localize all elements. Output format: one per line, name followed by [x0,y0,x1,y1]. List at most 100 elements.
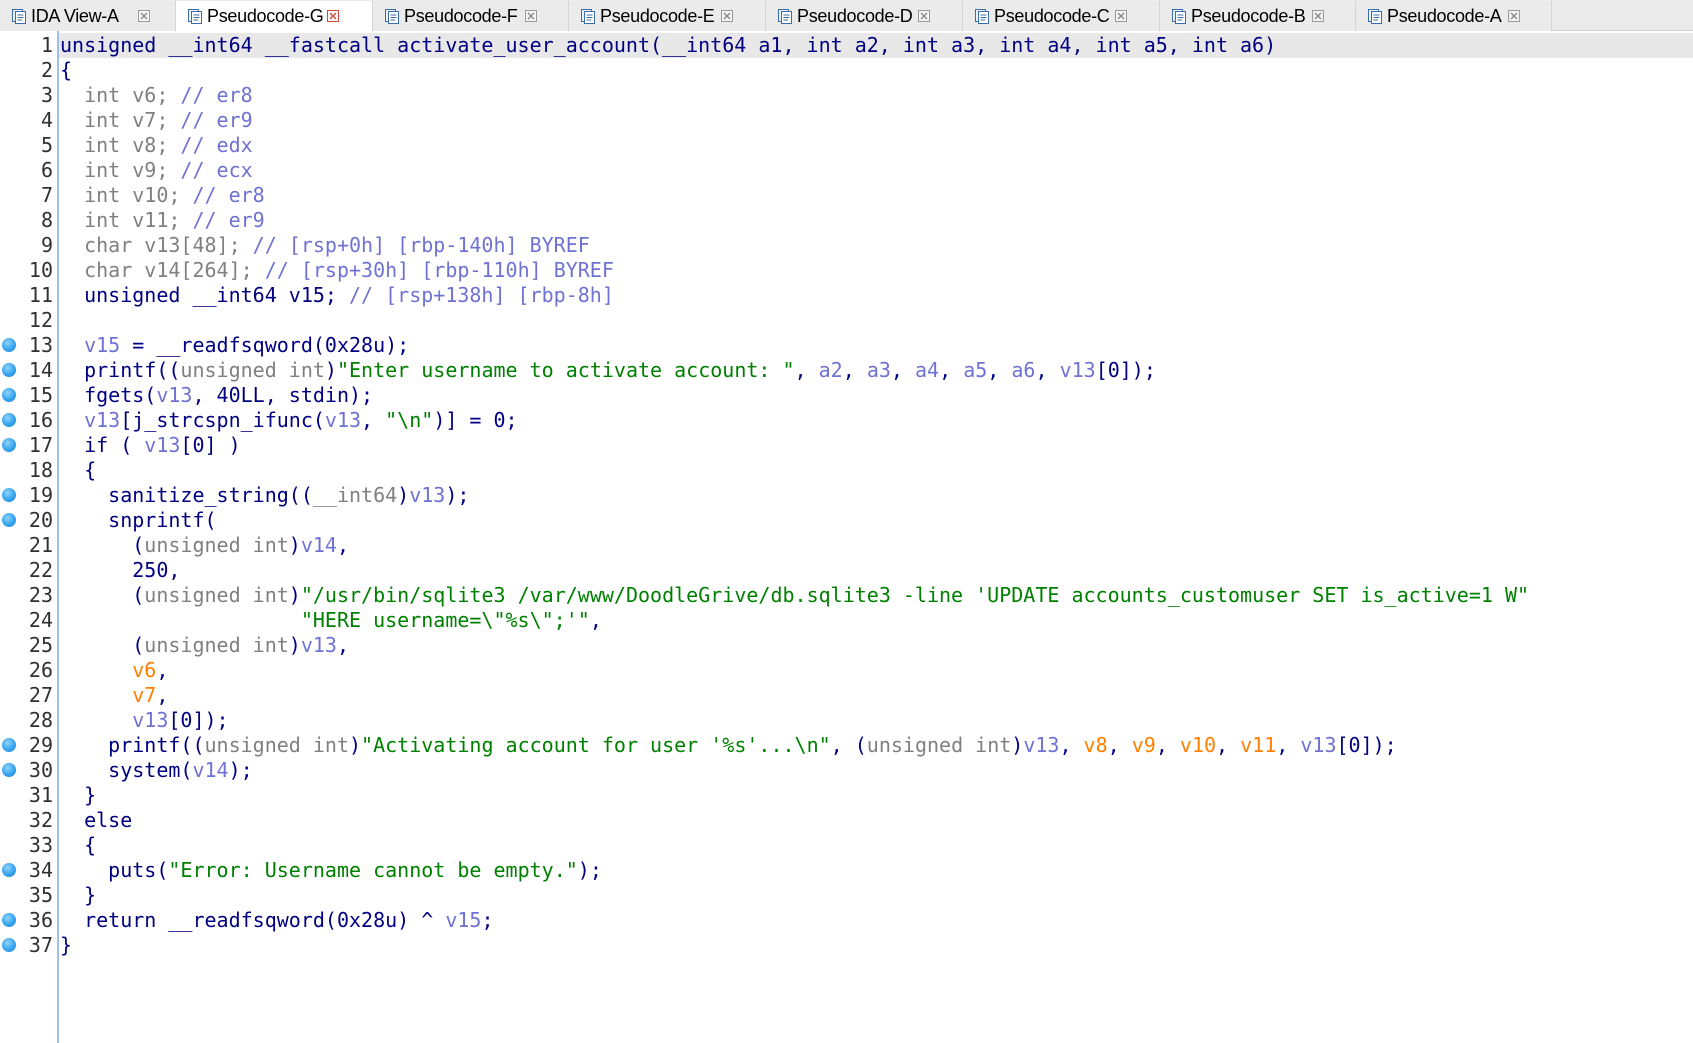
code-line[interactable]: 28 v13[0]); [0,708,1693,733]
line-number: 31 [28,783,53,807]
code-line[interactable]: 8 int v11; // er9 [0,208,1693,233]
line-number: 19 [28,483,53,507]
line-number: 24 [28,608,53,632]
code-line[interactable]: 12 [0,308,1693,333]
code-line[interactable]: 33 { [0,833,1693,858]
tab-pseudocode-c[interactable]: Pseudocode-C [963,1,1160,31]
tab-pseudocode-b[interactable]: Pseudocode-B [1160,1,1356,31]
close-tab-icon[interactable] [138,10,150,22]
code-line[interactable]: 31 } [0,783,1693,808]
code-line[interactable]: 23 (unsigned int)"/usr/bin/sqlite3 /var/… [0,583,1693,608]
breakpoint-dot-icon[interactable] [2,338,16,352]
tab-pseudocode-g[interactable]: Pseudocode-G [176,1,373,32]
code-token: else [60,808,133,832]
tab-pseudocode-d[interactable]: Pseudocode-D [766,1,963,31]
code-line[interactable]: 21 (unsigned int)v14, [0,533,1693,558]
code-line[interactable]: 1 unsigned __int64 __fastcall activate_us… [0,33,1693,58]
code-line[interactable]: 11 unsigned __int64 v15; // [rsp+138h] [… [0,283,1693,308]
breakpoint-dot-icon[interactable] [2,763,16,777]
code-token: [j_strcspn_ifunc( [120,408,325,432]
code-line[interactable]: 35 } [0,883,1693,908]
code-line[interactable]: 10 char v14[264]; // [rsp+30h] [rbp-110h… [0,258,1693,283]
breakpoint-dot-icon[interactable] [2,738,16,752]
code-line[interactable]: 5 int v8; // edx [0,133,1693,158]
code-line[interactable]: 29 printf((unsigned int)"Activating acco… [0,733,1693,758]
breakpoint-dot-icon[interactable] [2,438,16,452]
code-line[interactable]: 6 int v9; // ecx [0,158,1693,183]
breakpoint-dot-icon[interactable] [2,363,16,377]
tab-label: IDA View-A [31,6,119,26]
code-line[interactable]: 2{ [0,58,1693,83]
code-line[interactable]: 16 v13[j_strcspn_ifunc(v13, "\n")] = 0; [0,408,1693,433]
code-line[interactable]: 25 (unsigned int)v13, [0,633,1693,658]
tab-pseudocode-f[interactable]: Pseudocode-F [373,1,569,31]
code-token: ) [349,733,362,757]
code-line[interactable]: 24 "HERE username=\"%s\";'", [0,608,1693,633]
code-line[interactable]: 26 v6, [0,658,1693,683]
code-token: // ecx [180,158,253,182]
close-tab-icon[interactable] [1508,10,1520,22]
tab-pseudocode-e[interactable]: Pseudocode-E [569,1,766,31]
code-line[interactable]: 37} [0,933,1693,958]
code-token: "Enter username to activate account: " [336,358,795,382]
code-token: , [1216,733,1241,757]
code-line[interactable]: 9 char v13[48]; // [rsp+0h] [rbp-140h] B… [0,233,1693,258]
line-number: 5 [40,133,53,157]
code-token: int v8; [60,133,181,157]
code-line[interactable]: 14 printf((unsigned int)"Enter username … [0,358,1693,383]
code-token: [0] ) [180,433,241,457]
breakpoint-dot-icon[interactable] [2,938,16,952]
code-text: v15 = __readfsqword(0x28u); [60,333,409,358]
code-line[interactable]: 20 snprintf( [0,508,1693,533]
tab-label: Pseudocode-A [1387,6,1502,26]
breakpoint-dot-icon[interactable] [2,413,16,427]
line-number: 11 [28,283,53,307]
close-tab-icon[interactable] [525,10,537,22]
code-line[interactable]: 27 v7, [0,683,1693,708]
code-token: unsigned int [144,533,289,557]
code-token: ( [60,633,145,657]
code-line[interactable]: 34 puts("Error: Username cannot be empty… [0,858,1693,883]
code-line[interactable]: 30 system(v14); [0,758,1693,783]
breakpoint-dot-icon[interactable] [2,488,16,502]
code-line[interactable]: 19 sanitize_string((__int64)v13); [0,483,1693,508]
code-token: int v6; [60,83,181,107]
code-token: ) [288,583,301,607]
code-token: ) [324,358,337,382]
code-line[interactable]: 7 int v10; // er8 [0,183,1693,208]
code-line[interactable]: 22 250, [0,558,1693,583]
code-token: "\n" [385,408,434,432]
code-token: v11 [1240,733,1277,757]
line-number: 25 [28,633,53,657]
code-token: v13 [1300,733,1337,757]
code-line[interactable]: 13 v15 = __readfsqword(0x28u); [0,333,1693,358]
code-token: , ( [830,733,867,757]
close-tab-icon[interactable] [327,10,339,22]
code-line[interactable]: 32 else [0,808,1693,833]
code-token: [0]); [1336,733,1397,757]
code-text: "HERE username=\"%s\";'", [60,608,602,633]
line-number: 12 [28,308,53,332]
code-line[interactable]: 3 int v6; // er8 [0,83,1693,108]
tab-ida-view-a[interactable]: IDA View-A [0,1,176,31]
breakpoint-dot-icon[interactable] [2,913,16,927]
code-line[interactable]: 17 if ( v13[0] ) [0,433,1693,458]
line-number: 33 [28,833,53,857]
close-tab-icon[interactable] [1312,10,1324,22]
breakpoint-dot-icon[interactable] [2,388,16,402]
close-tab-icon[interactable] [721,10,733,22]
tab-pseudocode-a[interactable]: Pseudocode-A [1356,1,1552,31]
code-line[interactable]: 15 fgets(v13, 40LL, stdin); [0,383,1693,408]
close-tab-icon[interactable] [918,10,930,22]
code-token: [0]); [168,708,229,732]
breakpoint-dot-icon[interactable] [2,863,16,877]
code-token: , [939,358,964,382]
pseudocode-editor[interactable]: 1 unsigned __int64 __fastcall activate_us… [0,31,1693,1043]
code-line[interactable]: 4 int v7; // er9 [0,108,1693,133]
close-tab-icon[interactable] [1115,10,1127,22]
code-line[interactable]: 18 { [0,458,1693,483]
breakpoint-dot-icon[interactable] [2,513,16,527]
code-line[interactable]: 36 return __readfsqword(0x28u) ^ v15; [0,908,1693,933]
